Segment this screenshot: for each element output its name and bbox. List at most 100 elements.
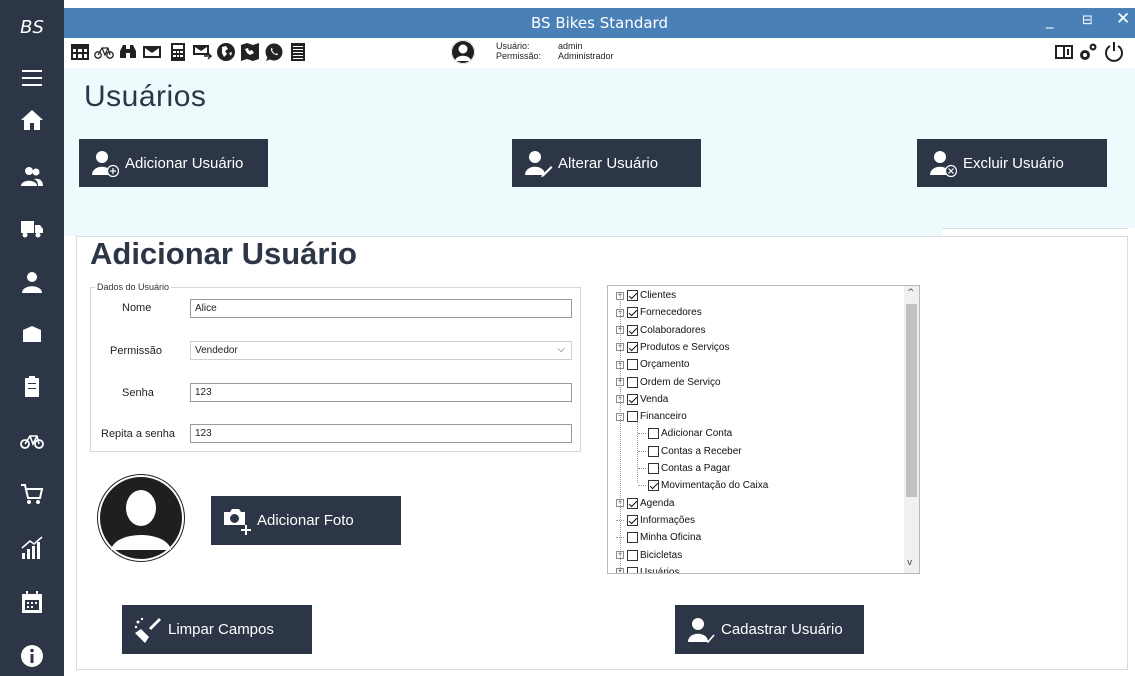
edit-user-button[interactable]: Alterar Usuário	[512, 139, 701, 187]
tree-item-label: Produtos e Serviços	[640, 341, 730, 353]
tree-checkbox[interactable]	[627, 566, 638, 573]
clients-icon[interactable]	[16, 160, 48, 192]
tree-item[interactable]: Minha Oficina	[616, 529, 701, 546]
tree-checkbox[interactable]	[648, 428, 659, 440]
close-button[interactable]: ✕	[1116, 9, 1130, 29]
scroll-down-icon[interactable]: v	[907, 558, 912, 568]
tree-item[interactable]: + Colaboradores	[616, 322, 706, 339]
tree-item[interactable]: + Bicicletas	[616, 547, 682, 564]
tree-item-label: Ordem de Serviço	[640, 376, 721, 388]
add-photo-button[interactable]: Adicionar Foto	[211, 496, 401, 545]
permission-field-label: Permissão	[110, 345, 162, 357]
tree-item[interactable]: + Agenda	[616, 495, 674, 512]
permissions-tree[interactable]: + Clientes + Fornecedores + Colaboradores + Pro…	[607, 285, 920, 574]
tree-item-label: Usuários	[640, 566, 680, 574]
tree-item[interactable]: + Ordem de Serviço	[616, 374, 721, 391]
user-data-legend: Dados do Usuário	[97, 282, 170, 292]
tree-item[interactable]: Contas a Pagar	[638, 460, 731, 477]
tree-scrollbar[interactable]: ^ v	[904, 286, 919, 573]
tree-connector	[638, 450, 646, 452]
register-user-button[interactable]: Cadastrar Usuário	[675, 605, 864, 654]
calculator-grid-icon[interactable]	[70, 42, 90, 62]
name-label: Nome	[122, 302, 152, 314]
tree-item-label: Minha Oficina	[640, 532, 702, 544]
tree-checkbox[interactable]	[627, 307, 638, 319]
tree-checkbox[interactable]	[627, 497, 638, 509]
clipboard-icon[interactable]	[16, 370, 48, 402]
calendar-icon[interactable]	[16, 586, 48, 618]
tree-checkbox[interactable]	[627, 359, 638, 371]
tree-item-label: Movimentação do Caixa	[661, 480, 769, 492]
scroll-up-icon[interactable]: ^	[907, 288, 915, 298]
tree-item[interactable]: + Clientes	[616, 287, 676, 304]
tree-checkbox[interactable]	[627, 376, 638, 388]
password-input[interactable]: 123	[190, 383, 572, 402]
add-photo-label: Adicionar Foto	[257, 512, 354, 529]
settings-icon[interactable]	[1078, 42, 1098, 62]
info-icon[interactable]	[16, 640, 48, 672]
tree-item[interactable]: Movimentação do Caixa	[638, 477, 768, 494]
tree-item[interactable]: Adicionar Conta	[638, 425, 732, 442]
chart-icon[interactable]	[16, 532, 48, 564]
map-icon[interactable]	[240, 42, 260, 62]
clear-fields-button[interactable]: Limpar Campos	[122, 605, 312, 654]
manual-icon[interactable]	[1054, 42, 1074, 62]
header-area-extension	[64, 228, 942, 236]
tree-item[interactable]: + Orçamento	[616, 356, 689, 373]
tree-checkbox[interactable]	[648, 480, 659, 492]
brand-logo: BS	[20, 17, 44, 38]
tree-item[interactable]: + Produtos e Serviços	[616, 339, 730, 356]
notes-icon[interactable]	[288, 42, 308, 62]
power-icon[interactable]	[1104, 42, 1124, 62]
scroll-thumb[interactable]	[906, 304, 917, 497]
left-sidebar: BS	[0, 0, 64, 676]
tree-checkbox[interactable]	[627, 514, 638, 526]
tree-checkbox[interactable]	[627, 324, 638, 336]
tree-item-label: Adicionar Conta	[661, 428, 733, 440]
tree-checkbox[interactable]	[648, 463, 659, 474]
tree-item[interactable]: − Financeiro	[616, 408, 687, 425]
tree-item[interactable]: Contas a Receber	[638, 443, 742, 460]
bicycle-tool-icon[interactable]	[94, 42, 114, 62]
tree-checkbox[interactable]	[648, 445, 659, 457]
globe-icon[interactable]	[216, 42, 236, 62]
delete-user-button[interactable]: Excluir Usuário	[917, 139, 1107, 187]
repeat-password-input[interactable]: 123	[190, 424, 572, 443]
bicycle-icon[interactable]	[16, 424, 48, 456]
cart-icon[interactable]	[16, 478, 48, 510]
tree-item[interactable]: Informações	[616, 512, 695, 529]
suppliers-truck-icon[interactable]	[16, 212, 48, 244]
mail-forward-icon[interactable]	[192, 42, 213, 62]
tree-item-label: Orçamento	[640, 359, 690, 371]
permission-label: Permissão:	[496, 51, 542, 61]
maximize-button[interactable]: ⊟	[1082, 13, 1093, 28]
register-user-label: Cadastrar Usuário	[721, 621, 843, 638]
name-input[interactable]: Alice	[190, 299, 572, 318]
tree-item-label: Informações	[640, 514, 696, 526]
divider	[942, 228, 1128, 229]
tree-item[interactable]: + Fornecedores	[616, 304, 702, 321]
tree-checkbox[interactable]	[627, 290, 638, 301]
tree-item[interactable]: + Venda	[616, 391, 668, 408]
add-user-label: Adicionar Usuário	[125, 154, 244, 172]
broom-icon	[132, 614, 164, 646]
add-user-button[interactable]: Adicionar Usuário	[79, 139, 268, 187]
chevron-down-icon: ⌵	[557, 344, 565, 355]
tree-checkbox[interactable]	[627, 549, 638, 561]
home-icon[interactable]	[16, 104, 48, 136]
calculator-icon[interactable]	[168, 42, 188, 62]
menu-icon[interactable]	[16, 62, 48, 94]
binoculars-icon[interactable]	[118, 42, 138, 62]
whatsapp-icon[interactable]	[264, 42, 284, 62]
password-label: Senha	[122, 387, 154, 399]
minimize-button[interactable]: _	[1046, 11, 1054, 29]
tree-checkbox[interactable]	[627, 532, 638, 544]
permission-value: Administrador	[558, 51, 614, 61]
tree-item[interactable]: + Usuários	[616, 564, 680, 574]
user-icon[interactable]	[16, 266, 48, 298]
mail-icon[interactable]	[142, 42, 162, 62]
tree-checkbox[interactable]	[627, 341, 638, 353]
box-icon[interactable]	[16, 318, 48, 350]
tree-checkbox[interactable]	[627, 393, 638, 405]
permission-select[interactable]: Vendedor ⌵	[190, 341, 572, 360]
